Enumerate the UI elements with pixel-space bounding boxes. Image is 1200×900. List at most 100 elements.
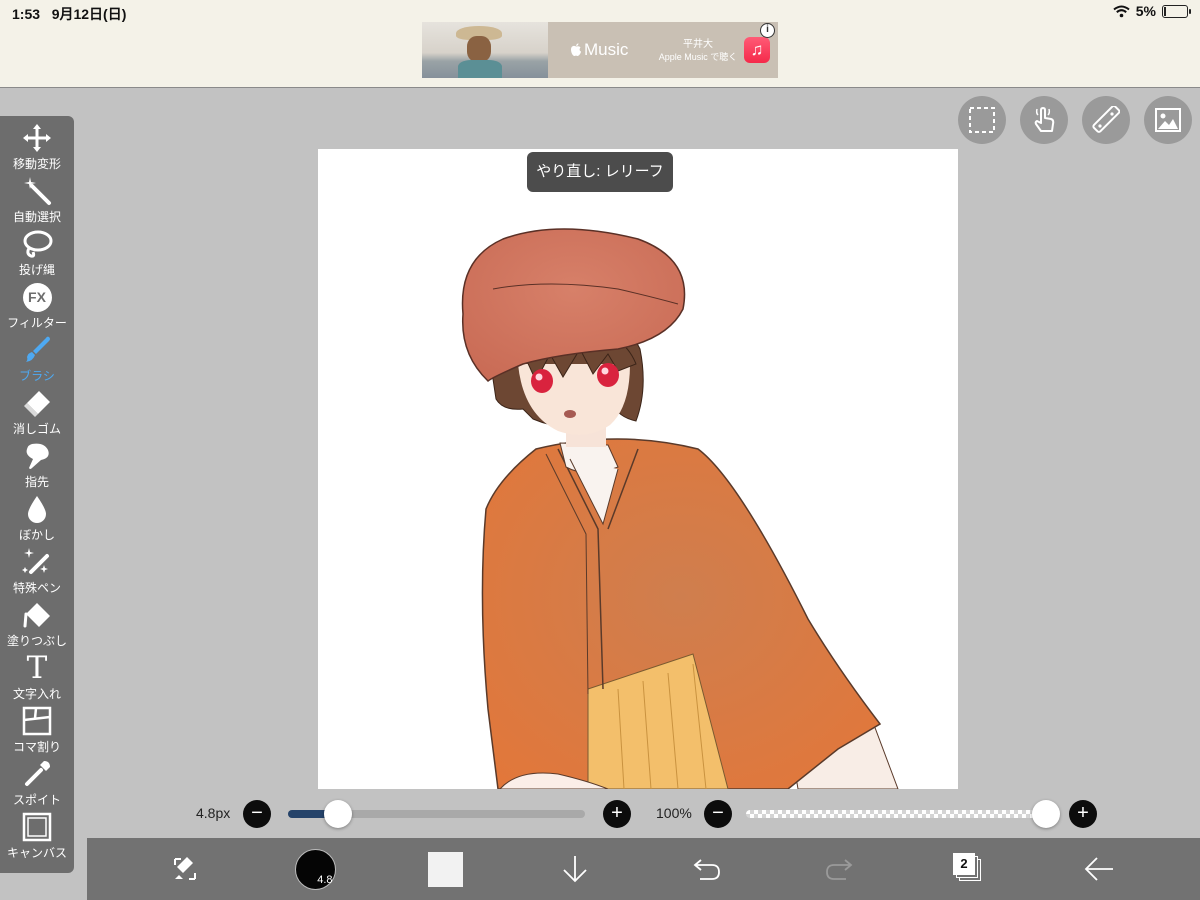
- ad-text: 平井大 Apple Music で聴く: [658, 22, 738, 78]
- tool-label: ぼかし: [18, 528, 55, 542]
- redo-button[interactable]: [819, 838, 859, 900]
- music-note-icon: ♫: [744, 37, 770, 63]
- material-button[interactable]: [1144, 96, 1192, 144]
- tool-label: 特殊ペン: [12, 581, 61, 595]
- tool-label: フィルター: [7, 316, 67, 330]
- tool-label: 消しゴム: [12, 422, 61, 436]
- eyedropper-icon: [17, 758, 57, 790]
- layers-button[interactable]: 2: [949, 838, 989, 900]
- redo-icon: [826, 859, 853, 880]
- battery-icon: [1162, 4, 1191, 18]
- brush-color-swatch: 4.8: [294, 848, 336, 890]
- material-icon: [1155, 108, 1181, 132]
- special-pen-icon: [17, 546, 57, 578]
- arrow-down-icon: [563, 856, 587, 883]
- lasso-icon: [17, 228, 57, 260]
- secondary-color-button[interactable]: [426, 838, 464, 900]
- tool-bar: 移動変形 自動選択 投げ縄 FX フィルター ブラシ 消しゴム 指先 ぼかし 特…: [0, 116, 74, 873]
- brush-eraser-toggle-button[interactable]: [165, 838, 205, 900]
- layer-count: 2: [953, 853, 975, 875]
- move-icon: [17, 122, 57, 154]
- tool-label: 文字入れ: [12, 687, 61, 701]
- brush-icon: [17, 334, 57, 366]
- secondary-color-swatch: [427, 851, 463, 887]
- status-clock: 1:53 9月12日(日): [12, 4, 126, 24]
- opacity-knob[interactable]: [1032, 800, 1060, 828]
- tool-brush[interactable]: ブラシ: [0, 334, 74, 387]
- tool-label: 移動変形: [12, 157, 61, 171]
- fx-icon: FX: [17, 281, 57, 313]
- tool-label: スポイト: [12, 793, 61, 807]
- back-button[interactable]: [1079, 838, 1119, 900]
- tool-special-pen[interactable]: 特殊ペン: [0, 546, 74, 599]
- tool-auto-select[interactable]: 自動選択: [0, 175, 74, 228]
- opacity-slider[interactable]: [746, 810, 1046, 818]
- ruler-icon: [1092, 106, 1120, 133]
- brush-size-decrease-button[interactable]: −: [243, 800, 271, 828]
- wifi-icon: [1113, 5, 1130, 17]
- smudge-icon: [17, 440, 57, 472]
- layer-transfer-button[interactable]: [557, 838, 593, 900]
- fill-bucket-icon: [17, 599, 57, 631]
- tool-blur[interactable]: ぼかし: [0, 493, 74, 546]
- tool-label: 塗りつぶし: [6, 634, 68, 648]
- ad-artist: 平井大: [683, 39, 713, 50]
- tool-move-transform[interactable]: 移動変形: [0, 122, 74, 175]
- tool-label: キャンバス: [6, 846, 67, 860]
- ruler-button[interactable]: [1082, 96, 1130, 144]
- tool-smudge[interactable]: 指先: [0, 440, 74, 493]
- canvas-icon: [17, 811, 57, 843]
- opacity-increase-button[interactable]: +: [1069, 800, 1097, 828]
- ad-brand: Music: [584, 40, 629, 59]
- brush-size-knob[interactable]: [324, 800, 353, 828]
- brush-eraser-swap-icon: [174, 857, 196, 880]
- bottom-bar: 4.8 2: [87, 838, 1200, 900]
- ad-cta: Apple Music で聴く: [658, 52, 738, 62]
- tool-label: コマ割り: [12, 740, 61, 754]
- magic-wand-icon: [17, 175, 57, 207]
- ad-banner[interactable]: Music 平井大 Apple Music で聴く ♫ i: [422, 22, 778, 78]
- drawing-canvas[interactable]: [318, 149, 958, 789]
- status-time: 1:53: [12, 6, 41, 22]
- tool-frame-divider[interactable]: コマ割り: [0, 705, 74, 758]
- battery-percent: 5%: [1135, 3, 1156, 19]
- selection-button[interactable]: [958, 96, 1006, 144]
- undo-icon: [693, 859, 720, 880]
- text-icon: T: [26, 650, 48, 686]
- opacity-decrease-button[interactable]: −: [704, 800, 732, 828]
- tool-fill[interactable]: 塗りつぶし: [0, 599, 74, 652]
- opacity-label: 100%: [656, 805, 692, 821]
- tool-filter[interactable]: FX フィルター: [0, 281, 74, 334]
- tool-eyedropper[interactable]: スポイト: [0, 758, 74, 811]
- tool-lasso[interactable]: 投げ縄: [0, 228, 74, 281]
- battery-fill: [1164, 6, 1166, 16]
- selection-icon: [969, 107, 995, 133]
- tool-text[interactable]: T 文字入れ: [0, 652, 74, 705]
- tool-label: 自動選択: [12, 210, 61, 224]
- touch-button[interactable]: [1020, 96, 1068, 144]
- brush-size-badge: 4.8: [317, 873, 333, 886]
- apple-icon: [571, 43, 581, 56]
- color-picker-button[interactable]: 4.8: [293, 838, 337, 900]
- status-right: 5%: [1113, 3, 1191, 19]
- frame-divider-icon: [17, 705, 57, 737]
- tool-canvas[interactable]: キャンバス: [0, 811, 74, 864]
- tool-label: ブラシ: [19, 369, 55, 383]
- eraser-icon: [17, 387, 57, 419]
- ad-music-logo: Music: [548, 22, 658, 78]
- blur-drop-icon: [17, 493, 57, 525]
- brush-size-label: 4.8px: [196, 805, 231, 821]
- canvas-illustration: [461, 228, 899, 789]
- top-band: 1:53 9月12日(日) 5% Music 平井大 Apple Music で…: [0, 0, 1200, 88]
- ad-photo: [422, 22, 548, 78]
- tool-eraser[interactable]: 消しゴム: [0, 387, 74, 440]
- undo-button[interactable]: [687, 838, 727, 900]
- tool-label: 指先: [24, 475, 49, 489]
- ad-info-icon[interactable]: i: [760, 23, 775, 38]
- layers-icon: 2: [953, 853, 985, 885]
- status-date: 9月12日(日): [51, 6, 127, 22]
- touch-icon: [1034, 107, 1055, 132]
- brush-size-increase-button[interactable]: +: [603, 800, 631, 828]
- arrow-left-icon: [1084, 857, 1113, 881]
- tool-label: 投げ縄: [18, 263, 55, 277]
